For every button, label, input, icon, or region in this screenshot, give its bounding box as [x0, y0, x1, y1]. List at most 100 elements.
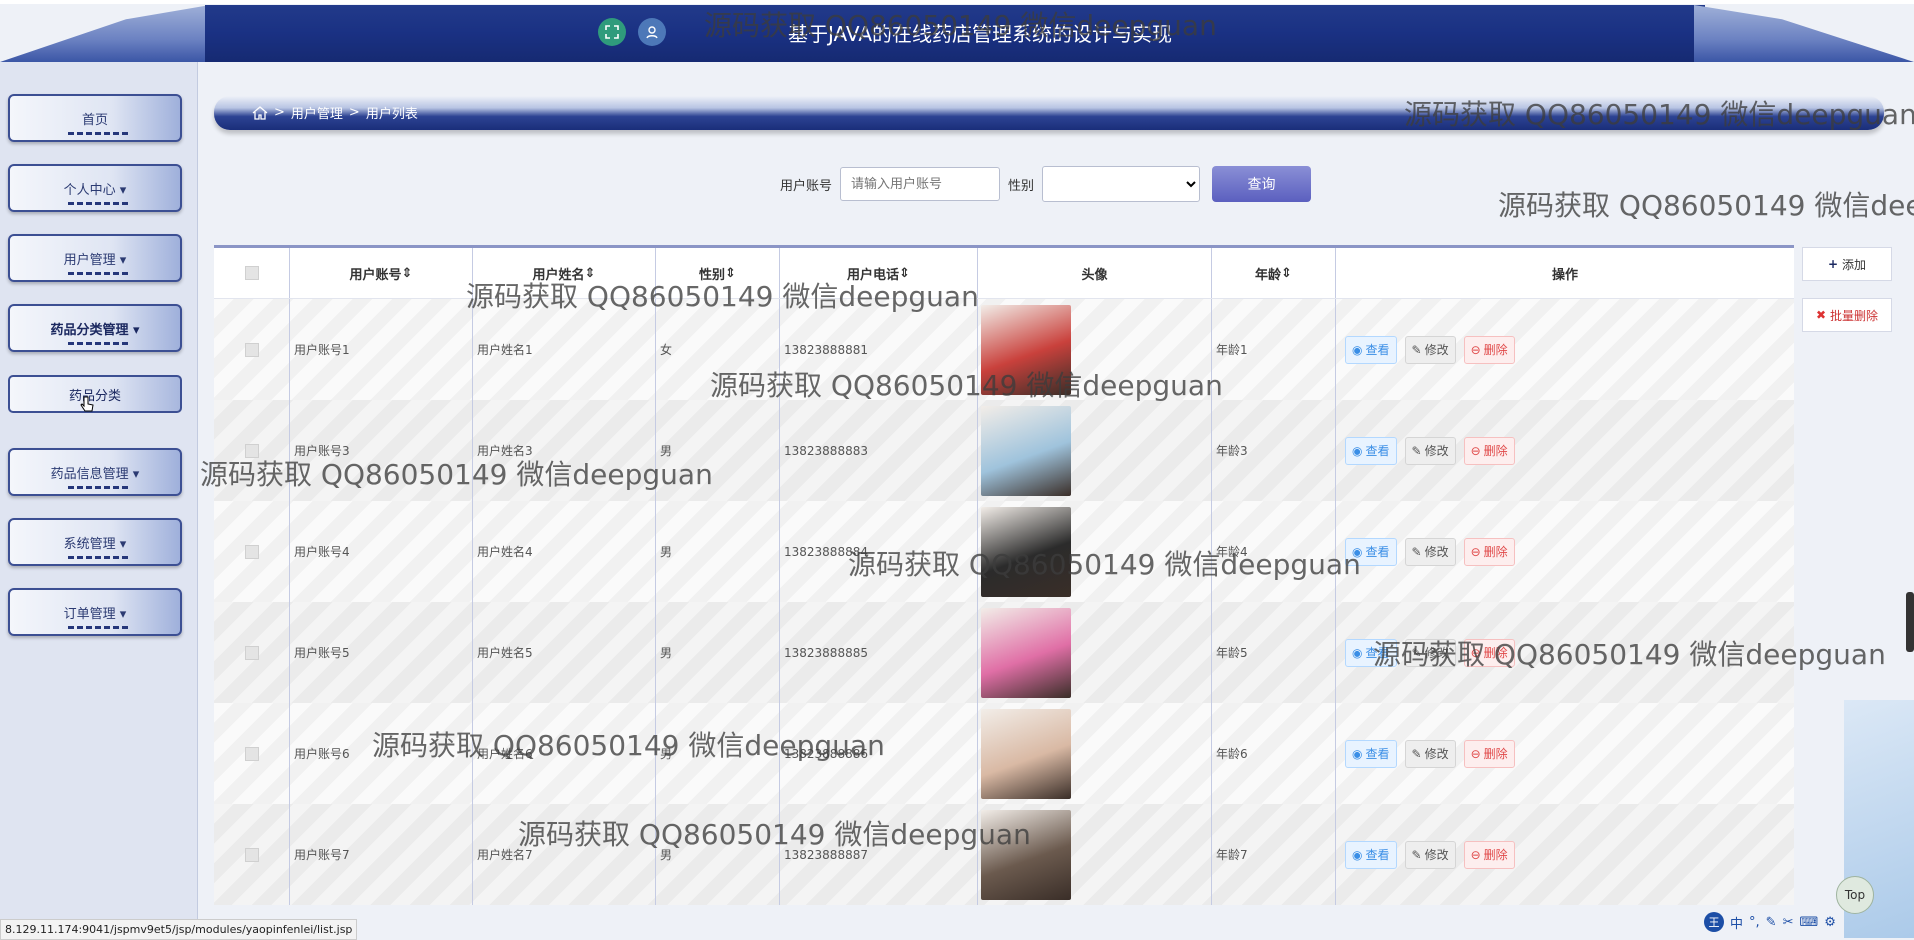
sidebar-item-drug-info-management[interactable]: 药品信息管理 ▾ [8, 448, 182, 496]
add-button[interactable]: + 添加 [1802, 247, 1892, 281]
header-right-wing [1694, 5, 1914, 62]
breadcrumb: > 用户管理 > 用户列表 [214, 96, 1884, 130]
scissors-icon[interactable]: ✂ [1783, 915, 1794, 930]
punctuation-icon[interactable]: °, [1749, 915, 1760, 930]
cell-name: 用户姓名1 [472, 299, 655, 400]
page-title: 基于JAVA的在线药店管理系统的设计与实现 [787, 22, 1173, 46]
view-button[interactable]: ◉ 查看 [1345, 840, 1397, 869]
view-button[interactable]: ◉ 查看 [1345, 638, 1397, 667]
avatar[interactable] [981, 506, 1071, 597]
row-checkbox[interactable] [214, 602, 289, 703]
edit-icon: ✎ [1411, 847, 1422, 862]
row-checkbox[interactable] [214, 501, 289, 602]
row-checkbox[interactable] [214, 299, 289, 400]
avatar[interactable] [981, 304, 1071, 395]
sidebar-item-label: 药品信息管理 ▾ [50, 466, 140, 482]
table-row: 用户账号1 用户姓名1 女 13823888881 年龄1 ◉ 查看 ✎ 修改 ⊖ 删… [214, 299, 1794, 400]
avatar[interactable] [981, 708, 1071, 799]
sidebar-item-order-management[interactable]: 订单管理 ▾ [8, 588, 182, 636]
edit-button[interactable]: ✎ 修改 [1404, 638, 1456, 667]
column-header-name[interactable]: 用户姓名 ⇕ [472, 248, 655, 298]
cell-avatar [977, 804, 1211, 905]
batch-delete-button[interactable]: ✖ 批量删除 [1802, 298, 1892, 332]
cell-name: 用户姓名5 [472, 602, 655, 703]
view-button[interactable]: ◉ 查看 [1345, 436, 1397, 465]
hand-cursor-icon [80, 396, 94, 412]
cell-phone: 13823888884 [779, 501, 977, 602]
scrollbar[interactable] [1906, 592, 1914, 652]
avatar[interactable] [981, 405, 1071, 496]
cell-phone: 13823888885 [779, 602, 977, 703]
column-header-phone[interactable]: 用户电话 ⇕ [779, 248, 977, 298]
column-header-age[interactable]: 年龄 ⇕ [1211, 248, 1335, 298]
gender-select[interactable] [1042, 166, 1201, 202]
cell-account: 用户账号7 [289, 804, 472, 905]
delete-button[interactable]: ⊖ 删除 [1463, 739, 1515, 768]
ime-logo-icon[interactable]: 王 [1704, 912, 1724, 932]
query-button[interactable]: 查询 [1212, 166, 1312, 202]
view-button[interactable]: ◉ 查看 [1345, 335, 1397, 364]
delete-icon: ⊖ [1470, 443, 1481, 458]
pen-icon[interactable]: ✎ [1766, 915, 1777, 930]
home-icon[interactable] [252, 105, 268, 120]
delete-button[interactable]: ⊖ 删除 [1463, 537, 1515, 566]
edit-button[interactable]: ✎ 修改 [1404, 840, 1456, 869]
gear-icon[interactable]: ⚙ [1824, 915, 1836, 930]
user-table: 用户账号 ⇕ 用户姓名 ⇕ 性别 ⇕ 用户电话 ⇕ 头像 年龄 ⇕ 操作 用户账号1 用户… [214, 245, 1794, 905]
row-checkbox[interactable] [214, 804, 289, 905]
delete-button[interactable]: ⊖ 删除 [1463, 840, 1515, 869]
cell-avatar [977, 400, 1211, 501]
table-header: 用户账号 ⇕ 用户姓名 ⇕ 性别 ⇕ 用户电话 ⇕ 头像 年龄 ⇕ 操作 [214, 248, 1794, 299]
edit-button[interactable]: ✎ 修改 [1404, 335, 1456, 364]
table-row: 用户账号7 用户姓名7 男 13823888887 年龄7 ◉ 查看 ✎ 修改 ⊖ 删… [214, 804, 1794, 905]
cell-avatar [977, 703, 1211, 804]
cell-phone: 13823888886 [779, 703, 977, 804]
ime-toolbar: 王 中 °, ✎ ✂ ⌨ ⚙ [1704, 912, 1836, 932]
fullscreen-icon[interactable] [598, 18, 626, 46]
cell-age: 年龄4 [1211, 501, 1335, 602]
user-icon[interactable] [638, 18, 666, 46]
cell-gender: 女 [655, 299, 779, 400]
sidebar-item-system-management[interactable]: 系统管理 ▾ [8, 518, 182, 566]
avatar[interactable] [981, 607, 1071, 698]
cell-actions: ◉ 查看 ✎ 修改 ⊖ 删除 [1335, 400, 1794, 501]
edit-button[interactable]: ✎ 修改 [1404, 537, 1456, 566]
edit-button[interactable]: ✎ 修改 [1404, 436, 1456, 465]
sidebar-item-user-management[interactable]: 用户管理 ▾ [8, 234, 182, 282]
column-header-account[interactable]: 用户账号 ⇕ [289, 248, 472, 298]
sidebar-item-label: 首页 [81, 112, 108, 128]
keyboard-icon[interactable]: ⌨ [1799, 915, 1818, 930]
sidebar-item-label: 用户管理 ▾ [63, 252, 127, 268]
view-button[interactable]: ◉ 查看 [1345, 739, 1397, 768]
batch-delete-label: 批量删除 [1830, 308, 1879, 323]
edit-button[interactable]: ✎ 修改 [1404, 739, 1456, 768]
delete-button[interactable]: ⊖ 删除 [1463, 638, 1515, 667]
breadcrumb-user-management[interactable]: 用户管理 [291, 103, 343, 122]
sidebar-item-personal-center[interactable]: 个人中心 ▾ [8, 164, 182, 212]
sidebar-item-drug-category-management[interactable]: 药品分类管理 ▾ [8, 304, 182, 352]
column-header-gender[interactable]: 性别 ⇕ [655, 248, 779, 298]
column-header-actions: 操作 [1335, 248, 1794, 298]
cell-actions: ◉ 查看 ✎ 修改 ⊖ 删除 [1335, 703, 1794, 804]
watermark: 源码获取 QQ86050149 微信deepguan [1498, 189, 1914, 222]
plus-icon: + [1827, 257, 1839, 271]
delete-button[interactable]: ⊖ 删除 [1463, 436, 1515, 465]
cell-account: 用户账号5 [289, 602, 472, 703]
cell-gender: 男 [655, 804, 779, 905]
back-to-top-button[interactable]: Top [1836, 876, 1874, 914]
delete-icon: ⊖ [1470, 847, 1481, 862]
sidebar-item-home[interactable]: 首页 [8, 94, 182, 142]
sidebar-subitem-drug-category[interactable]: 药品分类 [8, 375, 182, 413]
account-search-input[interactable] [840, 167, 1001, 201]
delete-button[interactable]: ⊖ 删除 [1463, 335, 1515, 364]
avatar[interactable] [981, 809, 1071, 900]
cell-account: 用户账号3 [289, 400, 472, 501]
row-checkbox[interactable] [214, 400, 289, 501]
view-button[interactable]: ◉ 查看 [1345, 537, 1397, 566]
ime-language[interactable]: 中 [1730, 913, 1743, 932]
select-all-checkbox[interactable] [214, 248, 289, 298]
cell-account: 用户账号1 [289, 299, 472, 400]
row-checkbox[interactable] [214, 703, 289, 804]
table-row: 用户账号3 用户姓名3 男 13823888883 年龄3 ◉ 查看 ✎ 修改 ⊖ 删… [214, 400, 1794, 501]
table-row: 用户账号4 用户姓名4 男 13823888884 年龄4 ◉ 查看 ✎ 修改 ⊖ 删… [214, 501, 1794, 602]
